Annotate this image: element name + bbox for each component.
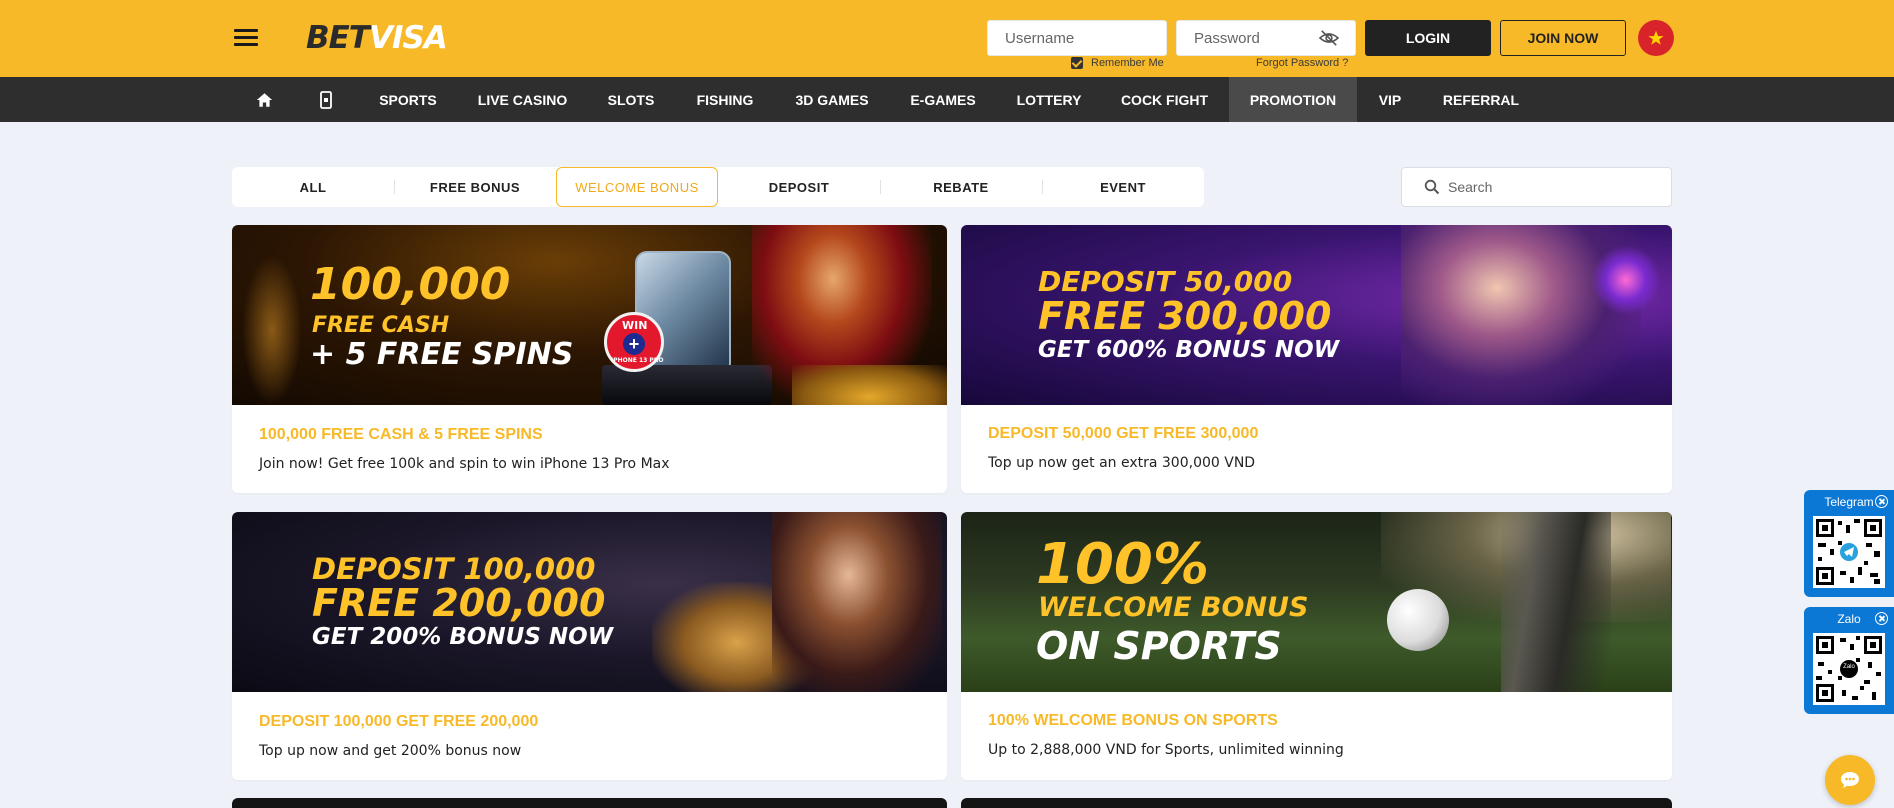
promo-title: 100,000 FREE CASH & 5 FREE SPINS bbox=[259, 426, 543, 443]
betvisa-logo[interactable]: BETVISA bbox=[306, 20, 448, 56]
promo-description: Top up now and get 200% bonus now bbox=[259, 743, 522, 759]
banner-tagline: + 5 FREE SPINS bbox=[310, 337, 574, 372]
join-now-button[interactable]: JOIN NOW bbox=[1500, 20, 1626, 56]
menu-icon[interactable] bbox=[234, 28, 258, 48]
nav-slots[interactable]: SLOTS bbox=[596, 77, 666, 122]
close-icon[interactable] bbox=[1875, 612, 1888, 625]
promo-card[interactable] bbox=[961, 798, 1672, 808]
woman-image bbox=[772, 512, 942, 692]
username-field[interactable] bbox=[987, 20, 1167, 56]
promo-description: Up to 2,888,000 VND for Sports, unlimite… bbox=[988, 742, 1344, 758]
zalo-qr-center-label: Zalo bbox=[1843, 664, 1855, 670]
nav-vip[interactable]: VIP bbox=[1367, 77, 1413, 122]
banner-headline: 100% bbox=[1036, 532, 1210, 597]
promotion-filter-tabs: ALL FREE BONUS WELCOME BONUS DEPOSIT REB… bbox=[232, 167, 1204, 207]
search-input[interactable] bbox=[1448, 179, 1648, 195]
banner-subline: FREE 200,000 bbox=[312, 581, 606, 625]
banner-tagline: GET 600% BONUS NOW bbox=[1038, 337, 1340, 363]
tab-welcome-bonus[interactable]: WELCOME BONUS bbox=[556, 167, 718, 207]
banner-subline: FREE 300,000 bbox=[1038, 294, 1332, 338]
nav-3d-games[interactable]: 3D GAMES bbox=[786, 77, 878, 122]
banner-tagline: GET 200% BONUS NOW bbox=[312, 624, 614, 650]
promo-card[interactable]: 100,000 FREE CASH + 5 FREE SPINS WIN + I… bbox=[232, 225, 947, 493]
banner-headline: 100,000 bbox=[310, 259, 511, 310]
nav-promotion[interactable]: PROMOTION bbox=[1229, 77, 1357, 122]
main-nav: SPORTS LIVE CASINO SLOTS FISHING 3D GAME… bbox=[0, 77, 1894, 122]
fireworks-image bbox=[1591, 245, 1661, 315]
promo-banner: DEPOSIT 100,000 FREE 200,000 GET 200% BO… bbox=[232, 512, 947, 692]
zalo-qr-code: Zalo bbox=[1813, 633, 1885, 705]
promo-banner: 100% WELCOME BONUS ON SPORTS bbox=[961, 512, 1672, 692]
forgot-password-link[interactable]: Forgot Password ? bbox=[1256, 57, 1348, 69]
nav-referral[interactable]: REFERRAL bbox=[1435, 77, 1527, 122]
remember-label: Remember Me bbox=[1091, 57, 1164, 69]
tab-all[interactable]: ALL bbox=[232, 167, 394, 207]
banner-tagline: ON SPORTS bbox=[1036, 624, 1282, 668]
eye-off-icon[interactable] bbox=[1318, 29, 1340, 47]
chat-bubble-icon bbox=[1841, 772, 1859, 788]
tab-free-bonus[interactable]: FREE BONUS bbox=[394, 167, 556, 207]
home-icon bbox=[256, 92, 272, 107]
nav-sports[interactable]: SPORTS bbox=[368, 77, 448, 122]
promo-title: DEPOSIT 100,000 GET FREE 200,000 bbox=[259, 713, 539, 730]
tab-deposit[interactable]: DEPOSIT bbox=[718, 167, 880, 207]
promo-banner: 100,000 FREE CASH + 5 FREE SPINS WIN + I… bbox=[232, 225, 947, 405]
nav-lottery[interactable]: LOTTERY bbox=[1008, 77, 1090, 122]
tab-rebate[interactable]: REBATE bbox=[880, 167, 1042, 207]
zalo-label: Zalo bbox=[1837, 612, 1861, 626]
live-chat-button[interactable] bbox=[1825, 755, 1875, 805]
username-input[interactable] bbox=[988, 21, 1166, 55]
promo-title: DEPOSIT 50,000 GET FREE 300,000 bbox=[988, 425, 1259, 442]
soccer-ball-image bbox=[1387, 589, 1449, 651]
player-leg-image bbox=[1501, 512, 1611, 692]
telegram-widget[interactable]: Telegram bbox=[1804, 490, 1894, 597]
search-icon bbox=[1424, 179, 1440, 195]
mobile-icon bbox=[320, 90, 332, 109]
top-header: BETVISA Remember Me Forgot Password ? LO… bbox=[0, 0, 1894, 77]
zalo-widget[interactable]: Zalo Zalo bbox=[1804, 607, 1894, 714]
promo-card[interactable]: DEPOSIT 50,000 FREE 300,000 GET 600% BON… bbox=[961, 225, 1672, 493]
tab-event[interactable]: EVENT bbox=[1042, 167, 1204, 207]
gold-coins-image bbox=[792, 365, 947, 405]
nav-mobile[interactable] bbox=[306, 77, 346, 122]
vietnam-flag-icon[interactable] bbox=[1638, 20, 1674, 56]
promo-card[interactable] bbox=[232, 798, 947, 808]
promo-description: Join now! Get free 100k and spin to win … bbox=[259, 456, 670, 472]
password-field[interactable] bbox=[1176, 20, 1356, 56]
promo-banner: DEPOSIT 50,000 FREE 300,000 GET 600% BON… bbox=[961, 225, 1672, 405]
banner-subline: FREE CASH bbox=[312, 313, 450, 338]
close-icon[interactable] bbox=[1875, 495, 1888, 508]
promotion-search[interactable] bbox=[1401, 167, 1672, 207]
nav-live-casino[interactable]: LIVE CASINO bbox=[470, 77, 575, 122]
telegram-qr-code bbox=[1813, 516, 1885, 588]
telegram-label: Telegram bbox=[1824, 495, 1874, 509]
nav-home[interactable] bbox=[244, 77, 284, 122]
nav-fishing[interactable]: FISHING bbox=[686, 77, 764, 122]
promo-card[interactable]: DEPOSIT 100,000 FREE 200,000 GET 200% BO… bbox=[232, 512, 947, 780]
remember-checkbox[interactable] bbox=[1071, 57, 1083, 69]
win-iphone-badge: WIN + IPHONE 13 PRO bbox=[604, 312, 664, 372]
login-button[interactable]: LOGIN bbox=[1365, 20, 1491, 56]
nav-e-games[interactable]: E-GAMES bbox=[900, 77, 986, 122]
promo-card[interactable]: 100% WELCOME BONUS ON SPORTS 100% WELCOM… bbox=[961, 512, 1672, 780]
remember-me[interactable]: Remember Me bbox=[1071, 57, 1164, 69]
promo-title: 100% WELCOME BONUS ON SPORTS bbox=[988, 712, 1278, 729]
nav-cock-fight[interactable]: COCK FIGHT bbox=[1112, 77, 1217, 122]
banner-subline: WELCOME BONUS bbox=[1038, 592, 1309, 623]
promo-description: Top up now get an extra 300,000 VND bbox=[988, 455, 1256, 471]
